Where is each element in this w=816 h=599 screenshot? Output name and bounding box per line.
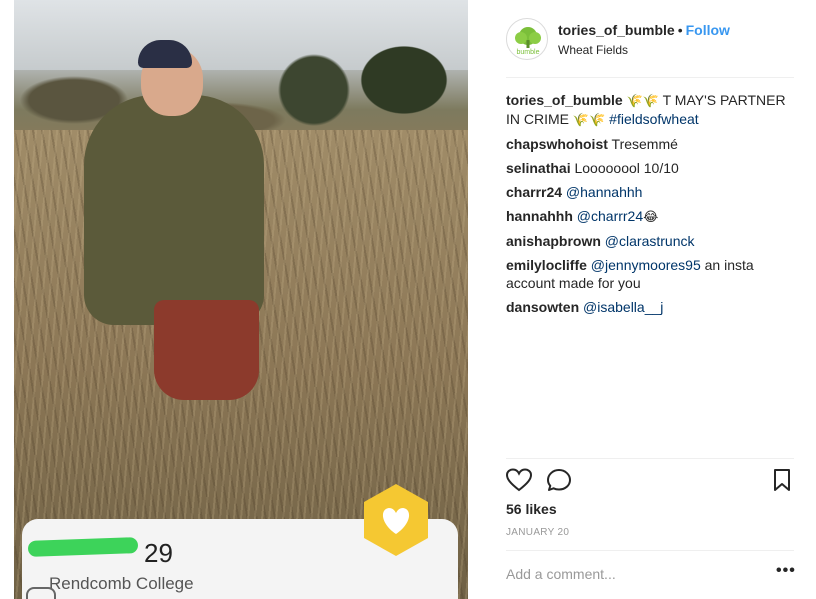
comment-item: anishapbrown @clarastrunck	[506, 232, 798, 250]
caption-hashtag[interactable]: #fieldsofwheat	[605, 111, 699, 127]
comment-mention[interactable]: @jennymoores95	[587, 257, 701, 273]
profile-school: Rendcomb College	[49, 574, 194, 593]
wheat-emoji: 🌾🌾	[626, 93, 659, 108]
bumble-tree-logo-icon: bumble	[515, 27, 541, 56]
wheat-emoji: 🌾🌾	[572, 112, 606, 127]
person-trousers	[154, 300, 259, 400]
comment-list: tories_of_bumble 🌾🌾 T MAY'S PARTNER IN C…	[506, 91, 798, 322]
comment-username[interactable]: charrr24	[506, 184, 562, 200]
comment-username[interactable]: dansowten	[506, 299, 579, 315]
comment-item: dansowten @isabella__j	[506, 298, 798, 316]
comment-item: chapswhohoist Tresemmé	[506, 135, 798, 153]
avatar[interactable]: bumble	[506, 18, 548, 60]
post-photo-pane: 29 Rendcomb College	[0, 0, 482, 599]
redacted-name-scribble	[27, 537, 139, 557]
laughing-emoji: 😂	[643, 209, 659, 224]
caption: tories_of_bumble 🌾🌾 T MAY'S PARTNER IN C…	[506, 91, 798, 129]
actions-divider	[506, 458, 794, 459]
bumble-heart-badge-icon[interactable]	[358, 482, 434, 558]
comment-item: selinathai Loooooool 10/10	[506, 159, 798, 177]
comment-username[interactable]: anishapbrown	[506, 233, 601, 249]
comment-item: charrr24 @hannahhh	[506, 183, 798, 201]
post-header: bumble tories_of_bumble • Follow Wheat Fie…	[506, 16, 794, 78]
add-comment-input[interactable]: Add a comment...	[506, 566, 616, 582]
person-jacket	[84, 95, 264, 325]
comment-text: Loooooool 10/10	[570, 160, 679, 176]
comment-mention[interactable]: @clarastrunck	[601, 233, 695, 249]
profile-age: 29	[144, 538, 173, 568]
comment-mention[interactable]: @charrr24	[573, 208, 643, 224]
comment-text: Tresemmé	[607, 136, 678, 152]
comment-mention[interactable]: @isabella__j	[579, 299, 663, 315]
comment-mention[interactable]: @hannahhh	[562, 184, 643, 200]
header-user-line: tories_of_bumble • Follow	[558, 22, 730, 38]
caption-username[interactable]: tories_of_bumble	[506, 92, 623, 108]
post-date: JANUARY 20	[506, 527, 570, 538]
comment-divider	[506, 550, 794, 551]
more-options-icon[interactable]: •••	[776, 562, 796, 580]
camera-icon	[26, 587, 56, 599]
bookmark-icon[interactable]	[772, 468, 792, 492]
comment-bubble-icon[interactable]	[546, 468, 572, 492]
comment-item: hannahhh @charrr24 😂	[506, 207, 798, 226]
comment-username[interactable]: hannahhh	[506, 208, 573, 224]
comment-username[interactable]: selinathai	[506, 160, 571, 176]
likes-count[interactable]: 56 likes	[506, 501, 557, 517]
avatar-text: bumble	[517, 49, 540, 56]
like-heart-icon[interactable]	[506, 468, 532, 492]
comment-username[interactable]: emilylocliffe	[506, 257, 587, 273]
post-side-panel: bumble tories_of_bumble • Follow Wheat Fie…	[482, 0, 816, 599]
follow-button[interactable]: Follow	[686, 22, 730, 38]
separator-dot: •	[677, 22, 683, 38]
comment-username[interactable]: chapswhohoist	[506, 136, 608, 152]
comment-item: emilylocliffe @jennymoores95 an insta ac…	[506, 256, 798, 292]
post-location[interactable]: Wheat Fields	[558, 43, 628, 57]
post-username[interactable]: tories_of_bumble	[558, 22, 675, 38]
